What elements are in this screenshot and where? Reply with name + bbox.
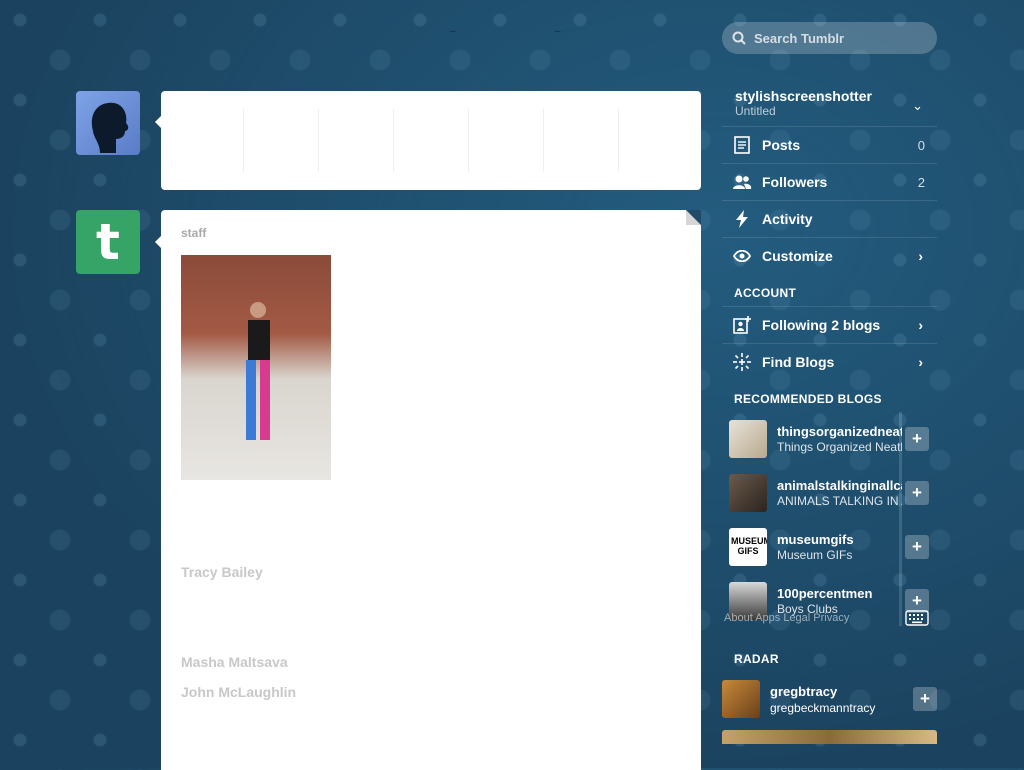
sidebar-item-followers[interactable]: Followers 2 xyxy=(722,163,937,200)
composer-slot[interactable] xyxy=(469,109,544,172)
blog-description: Museum GIFs xyxy=(777,548,853,562)
find-blogs-icon xyxy=(732,352,752,372)
recommended-blog-item[interactable]: thingsorganizedneatly Things Organized N… xyxy=(722,412,937,466)
sidebar-item-label: Posts xyxy=(762,137,801,153)
post-fold xyxy=(686,210,701,225)
staff-avatar[interactable]: t xyxy=(76,210,140,274)
posts-icon xyxy=(732,135,752,155)
blog-header[interactable]: stylishscreenshotter Untitled ⌄ xyxy=(722,82,937,126)
post-credit[interactable]: Masha Maltsava xyxy=(181,654,288,670)
follow-plus-icon[interactable]: + xyxy=(905,535,929,559)
search-bar[interactable] xyxy=(722,22,937,54)
sidebar-item-following[interactable]: Following 2 blogs › xyxy=(722,306,937,343)
nav-mark: – xyxy=(450,26,456,37)
chevron-right-icon: › xyxy=(918,317,923,333)
composer-slot[interactable] xyxy=(394,109,469,172)
section-title-radar: RADAR xyxy=(734,652,779,666)
sidebar-item-label: Activity xyxy=(762,211,813,227)
sidebar-item-find-blogs[interactable]: Find Blogs › xyxy=(722,343,937,380)
tumblr-logo-icon: t xyxy=(96,213,120,271)
blog-avatar[interactable] xyxy=(729,474,767,512)
followers-count: 2 xyxy=(917,174,925,190)
avatar-silhouette-icon xyxy=(91,102,129,153)
section-title-recommended: RECOMMENDED BLOGS xyxy=(734,392,882,406)
recommended-blog-item[interactable]: MUSEUM GIFS museumgifs Museum GIFs + xyxy=(722,520,937,574)
blog-title: Untitled xyxy=(735,104,776,118)
post-credit[interactable]: John McLaughlin xyxy=(181,684,296,700)
search-input[interactable] xyxy=(752,29,931,47)
sidebar-item-label: Followers xyxy=(762,174,828,190)
sidebar-item-activity[interactable]: Activity xyxy=(722,200,937,237)
composer-slot[interactable] xyxy=(244,109,319,172)
chevron-right-icon: › xyxy=(918,248,923,264)
recommended-blog-item[interactable]: animalstalkinginallcaps ANIMALS TALKING … xyxy=(722,466,937,520)
eye-icon xyxy=(732,246,752,266)
post-composer xyxy=(161,91,701,190)
composer-slot[interactable] xyxy=(319,109,394,172)
chevron-right-icon: › xyxy=(918,354,923,370)
radar-blog-description: gregbeckmanntracy xyxy=(770,700,876,715)
radar-blog-name[interactable]: gregbtracy xyxy=(770,684,875,699)
museum-gifs-logo: MUSEUM GIFS xyxy=(731,536,767,556)
blog-name[interactable]: stylishscreenshotter xyxy=(735,82,937,104)
recommended-scrollbar[interactable] xyxy=(899,412,902,626)
sidebar-item-label: Find Blogs xyxy=(762,354,835,370)
blog-name[interactable]: 100percentmen xyxy=(777,586,902,601)
following-icon xyxy=(732,315,752,335)
nav-mark: – xyxy=(555,26,561,37)
radar-photo[interactable] xyxy=(722,730,937,744)
posts-count: 0 xyxy=(917,137,925,153)
dancer-figure xyxy=(246,302,270,440)
activity-icon xyxy=(732,209,752,229)
follow-plus-icon[interactable]: + xyxy=(905,427,929,451)
blog-avatar[interactable] xyxy=(729,420,767,458)
chevron-down-icon[interactable]: ⌄ xyxy=(912,98,923,114)
post-credit[interactable]: Tracy Bailey xyxy=(181,564,263,580)
search-icon xyxy=(732,31,746,45)
recommended-blogs-list: thingsorganizedneatly Things Organized N… xyxy=(722,412,937,630)
post-author[interactable]: staff xyxy=(181,226,206,240)
followers-icon xyxy=(732,172,752,192)
keyboard-icon[interactable] xyxy=(905,610,929,626)
sidebar-item-label: Following 2 blogs xyxy=(762,317,881,333)
section-title-account: ACCOUNT xyxy=(734,286,797,300)
composer-slot[interactable] xyxy=(544,109,619,172)
blog-avatar[interactable]: MUSEUM GIFS xyxy=(729,528,767,566)
composer-slot[interactable] xyxy=(619,109,693,172)
post-card: staff Tracy Bailey Masha Maltsava John M… xyxy=(161,210,701,770)
user-avatar[interactable] xyxy=(76,91,140,155)
follow-plus-icon[interactable]: + xyxy=(913,687,937,711)
sidebar-item-customize[interactable]: Customize › xyxy=(722,237,937,274)
radar-avatar[interactable] xyxy=(722,680,760,718)
sidebar-item-posts[interactable]: Posts 0 xyxy=(722,126,937,163)
sidebar-item-label: Customize xyxy=(762,248,833,264)
follow-plus-icon[interactable]: + xyxy=(905,481,929,505)
blog-name[interactable]: animalstalkinginallcaps xyxy=(777,478,902,493)
composer-slot[interactable] xyxy=(169,109,244,172)
blog-description: Things Organized Neatly xyxy=(777,440,902,454)
sidebar: stylishscreenshotter Untitled ⌄ Posts 0 … xyxy=(722,82,937,744)
post-photo[interactable] xyxy=(181,255,331,480)
blog-description: ANIMALS TALKING IN ALL CAPS xyxy=(777,494,902,508)
radar-item[interactable]: gregbtracy gregbeckmanntracy + xyxy=(722,672,937,726)
blog-name[interactable]: thingsorganizedneatly xyxy=(777,424,902,439)
blog-name[interactable]: museumgifs xyxy=(777,532,902,547)
footer-links[interactable]: About Apps Legal Privacy xyxy=(724,612,849,624)
